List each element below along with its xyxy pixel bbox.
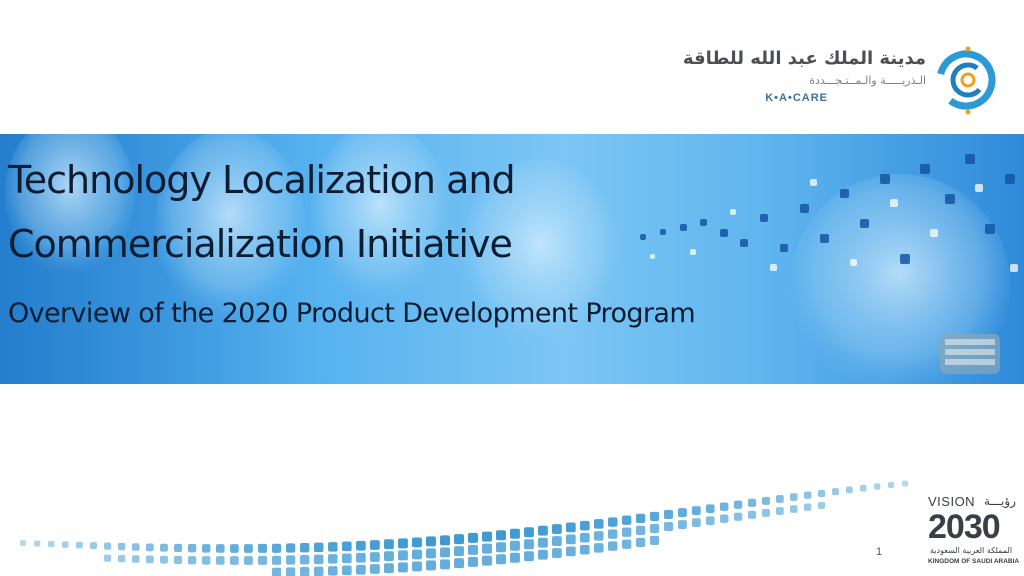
vision-label-arabic: رؤيـــة — [984, 494, 1016, 508]
kacare-emblem-icon — [936, 46, 996, 115]
logo-english-name: K•A•CARE — [765, 92, 828, 104]
title-line-1: Technology Localization and — [8, 158, 516, 202]
vision-kingdom-english: KINGDOM OF SAUDI ARABIA — [928, 558, 1020, 565]
vision-2030-logo: VISION رؤيـــة 2030 المملكة العربية السع… — [928, 494, 1020, 570]
vision-year: 2030 — [928, 508, 1001, 546]
vision-label: VISION — [928, 494, 976, 509]
arabic-calligraphy-wave-decoration — [20, 480, 908, 576]
logo-arabic-name: مدينة الملك عبد الله للطاقة — [682, 48, 926, 69]
vision-kingdom-arabic: المملكة العربية السعودية — [930, 546, 1013, 555]
page-title: Technology Localization and Commercializ… — [8, 148, 708, 276]
page-subtitle: Overview of the 2020 Product Development… — [8, 298, 696, 329]
kacare-logo: مدينة الملك عبد الله للطاقة الـذريـــــة… — [683, 40, 1004, 120]
page-number: 1 — [876, 546, 883, 558]
logo-arabic-subtitle: الـذريـــــة والـمــتـجـــددة — [809, 74, 926, 87]
title-line-2: Commercialization Initiative — [8, 222, 513, 266]
